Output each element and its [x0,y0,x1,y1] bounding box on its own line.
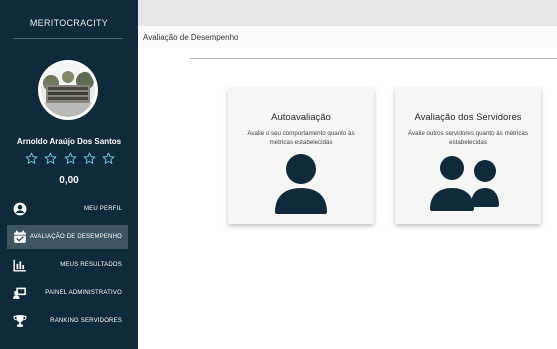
user-circle-icon [13,202,27,216]
sidebar-item-meu-perfil[interactable]: MEU PERFIL [7,197,128,221]
brand-title: MERITOCRACITY [29,18,109,28]
sidebar-item-label: MEUS RESULTADOS [60,262,122,268]
sidebar-item-label: MEU PERFIL [83,206,122,212]
sidebar-item-painel-administrativo[interactable]: PAINEL ADMINISTRATIVO [7,281,128,305]
rating-stars [25,152,115,166]
sidebar-item-label: RANKING SERVIDORES [50,318,122,324]
admin-panel-icon [13,286,27,300]
sidebar-item-ranking-servidores[interactable]: RANKING SERVIDORES [7,309,128,333]
user-name: Arnoldo Araújo Dos Santos [16,137,122,146]
self-evaluation-card[interactable]: Autoavaliação Avalie o seu comportamento… [228,88,374,224]
sidebar-item-label: PAINEL ADMINISTRATIVO [45,290,122,296]
card-title: Avaliação dos Servidores [414,112,522,123]
card-description: Avalie outros servidores quanto às métri… [408,130,528,146]
star-icon [44,152,57,164]
star-icon [25,152,38,164]
sidebar-item-label: AVALIAÇÃO DE DESEMPENHO [29,234,122,240]
sidebar: MERITOCRACITY Arnoldo Araújo Dos Santos [0,0,138,349]
star-icon [102,152,115,164]
content-divider [190,58,557,59]
star-icon [64,152,76,164]
bar-chart-icon [13,258,27,272]
card-description: Avalie o seu comportamento quanto às mét… [247,130,355,146]
calendar-check-icon [13,230,27,244]
breadcrumb-bar: Avaliação de Desempenho [138,26,557,48]
star-icon [83,152,96,164]
avatar-photo-icon [41,63,95,117]
user-score: 0,00 [59,175,79,186]
sidebar-item-meus-resultados[interactable]: MEUS RESULTADOS [7,253,128,277]
card-title: Autoavaliação [271,112,331,123]
breadcrumb: Avaliação de Desempenho [143,33,239,42]
sidebar-item-avaliacao-de-desempenho[interactable]: AVALIAÇÃO DE DESEMPENHO [7,225,128,249]
avatar[interactable] [38,60,98,120]
user-icon [228,150,374,216]
trophy-icon [13,314,27,328]
brand-divider [13,38,123,39]
users-icon [395,150,541,216]
top-bar [138,0,557,26]
server-evaluation-card[interactable]: Avaliação dos Servidores Avalie outros s… [395,88,541,224]
